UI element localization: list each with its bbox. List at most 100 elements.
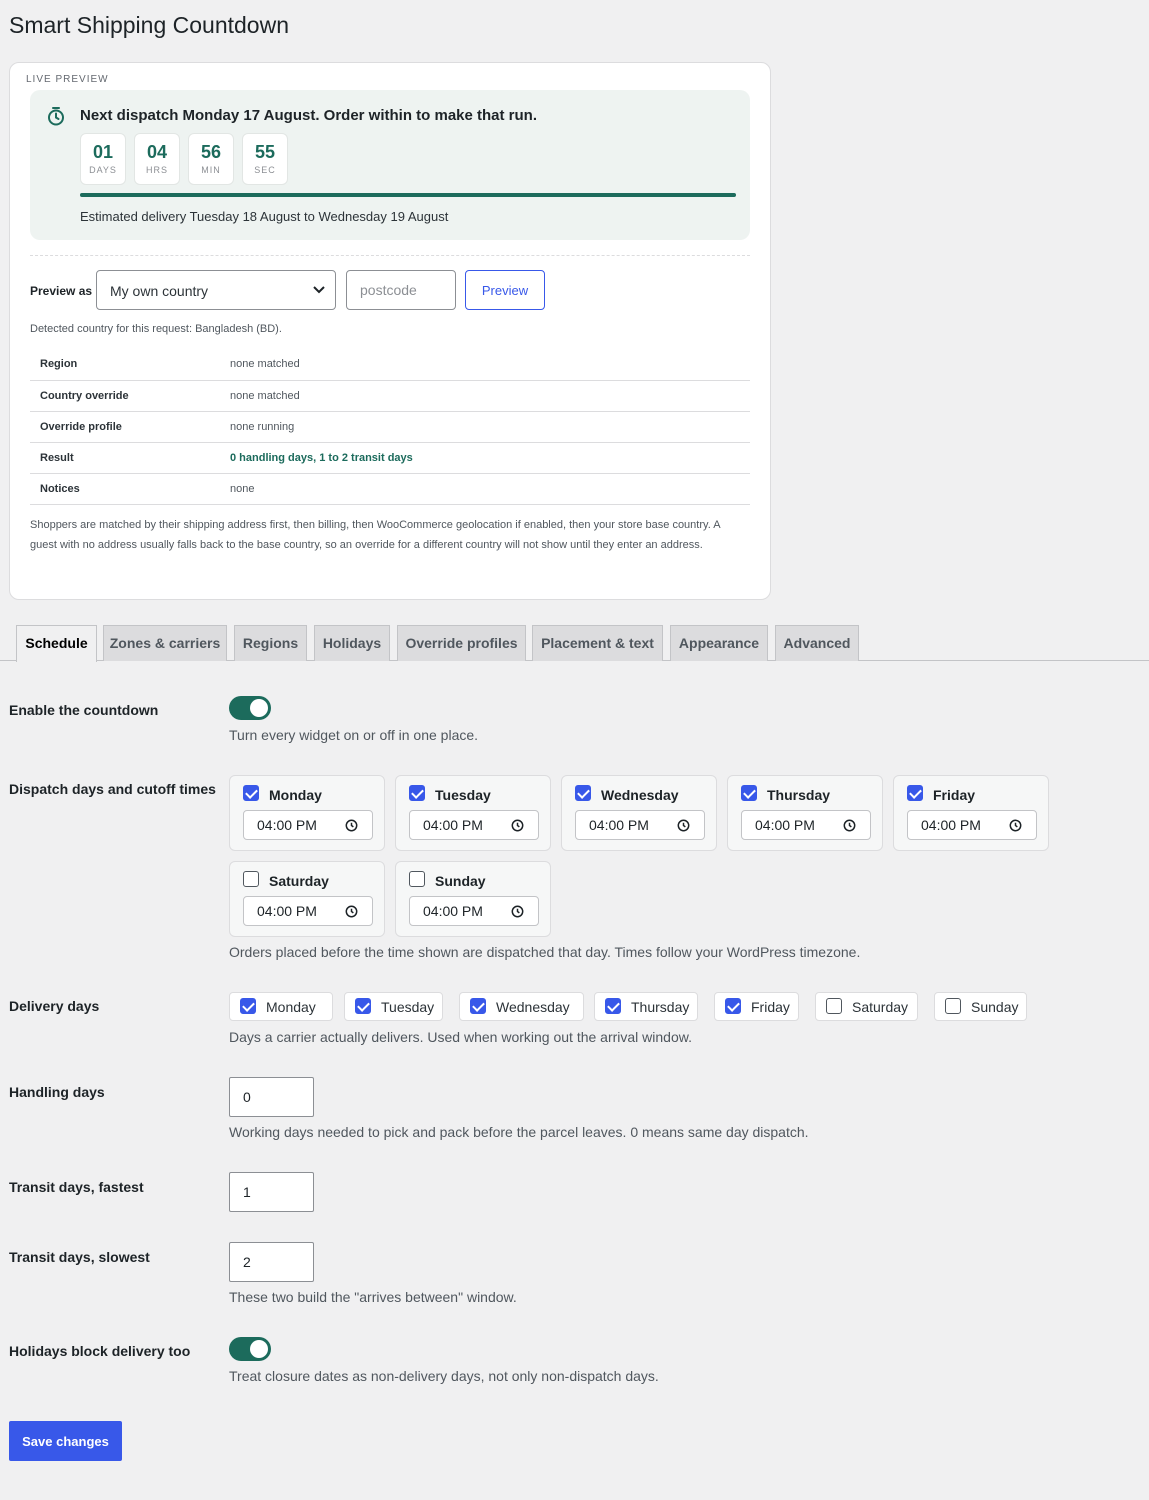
delivery-saturday[interactable]: Saturday <box>815 992 918 1021</box>
countdown-days-value: 01 <box>92 142 114 162</box>
transit-fastest-label: Transit days, fastest <box>9 1179 144 1195</box>
delivery-day-name: Friday <box>751 999 790 1015</box>
delivery-day-name: Saturday <box>852 999 909 1015</box>
table-row: Region none matched <box>30 349 750 381</box>
holidays-block-desc: Treat closure dates as non-delivery days… <box>229 1368 659 1384</box>
diag-value: none matched <box>220 380 750 412</box>
delivery-thursday[interactable]: Thursday <box>594 992 698 1021</box>
handling-days-label: Handling days <box>9 1084 105 1100</box>
clock-icon <box>677 819 690 832</box>
time-value: 04:00 PM <box>423 817 483 833</box>
delivery-friday[interactable]: Friday <box>714 992 799 1021</box>
diag-value: none matched <box>220 349 750 381</box>
delivery-days-label: Delivery days <box>9 998 100 1014</box>
dispatch-sunday-checkbox[interactable] <box>409 871 425 887</box>
delivery-wednesday-checkbox[interactable] <box>470 998 486 1014</box>
diagnostics-table: Region none matched Country override non… <box>30 349 750 505</box>
delivery-day-name: Monday <box>266 999 316 1015</box>
dispatch-day-name: Saturday <box>269 873 329 889</box>
dispatch-wednesday-time[interactable]: 04:00 PM <box>575 810 705 840</box>
delivery-wednesday[interactable]: Wednesday <box>459 992 584 1021</box>
delivery-monday[interactable]: Monday <box>229 992 333 1021</box>
enable-countdown-toggle[interactable] <box>229 696 271 720</box>
clock-icon <box>345 905 358 918</box>
dispatch-monday-checkbox[interactable] <box>243 785 259 801</box>
delivery-tuesday-checkbox[interactable] <box>355 998 371 1014</box>
tab-override-profiles[interactable]: Override profiles <box>397 625 526 661</box>
delivery-sunday[interactable]: Sunday <box>934 992 1027 1021</box>
tab-holidays[interactable]: Holidays <box>314 625 390 661</box>
country-select[interactable]: My own country <box>96 270 336 310</box>
dispatch-thursday-time[interactable]: 04:00 PM <box>741 810 871 840</box>
delivery-monday-checkbox[interactable] <box>240 998 256 1014</box>
dispatch-sunday-time[interactable]: 04:00 PM <box>409 896 539 926</box>
detected-country: Detected country for this request: Bangl… <box>30 323 282 335</box>
preview-button[interactable]: Preview <box>465 270 545 310</box>
dispatch-day-name: Thursday <box>767 787 831 803</box>
page-title: Smart Shipping Countdown <box>9 12 289 38</box>
dispatch-wednesday-checkbox[interactable] <box>575 785 591 801</box>
delivery-days-desc: Days a carrier actually delivers. Used w… <box>229 1029 692 1045</box>
stopwatch-icon <box>48 107 64 126</box>
tab-zones-carriers[interactable]: Zones & carriers <box>103 625 227 661</box>
dispatch-day-name: Friday <box>933 787 976 803</box>
dispatch-day-sunday: Sunday 04:00 PM <box>395 861 551 937</box>
diag-value: 0 handling days, 1 to 2 transit days <box>220 442 750 474</box>
table-row: Override profile none running <box>30 411 750 443</box>
dispatch-day-monday: Monday 04:00 PM <box>229 775 385 851</box>
save-changes-button[interactable]: Save changes <box>9 1421 122 1461</box>
diag-key: Override profile <box>30 411 220 443</box>
holidays-block-toggle[interactable] <box>229 1337 271 1361</box>
delivery-friday-checkbox[interactable] <box>725 998 741 1014</box>
estimated-delivery: Estimated delivery Tuesday 18 August to … <box>80 209 449 224</box>
delivery-saturday-checkbox[interactable] <box>826 998 842 1014</box>
delivery-thursday-checkbox[interactable] <box>605 998 621 1014</box>
countdown-minutes-unit: MIN <box>201 165 221 175</box>
countdown-hours-unit: HRS <box>145 165 168 175</box>
transit-window-desc: These two build the "arrives between" wi… <box>229 1289 517 1305</box>
enable-countdown-label: Enable the countdown <box>9 702 159 718</box>
countdown-banner: Next dispatch Monday 17 August. Order wi… <box>30 90 750 240</box>
delivery-sunday-checkbox[interactable] <box>945 998 961 1014</box>
countdown-progress-fill <box>80 193 736 197</box>
delivery-tuesday[interactable]: Tuesday <box>344 992 443 1021</box>
banner-title: Next dispatch Monday 17 August. Order wi… <box>80 107 538 124</box>
countdown-seconds: 55 SEC <box>242 133 288 185</box>
dispatch-day-tuesday: Tuesday 04:00 PM <box>395 775 551 851</box>
time-value: 04:00 PM <box>589 817 649 833</box>
holidays-block-label: Holidays block delivery too <box>9 1343 191 1359</box>
dispatch-monday-time[interactable]: 04:00 PM <box>243 810 373 840</box>
live-preview-card: LIVE PREVIEW Next dispatch Monday 17 Aug… <box>9 62 771 600</box>
dispatch-friday-checkbox[interactable] <box>907 785 923 801</box>
dispatch-tuesday-checkbox[interactable] <box>409 785 425 801</box>
handling-days-input[interactable] <box>229 1077 314 1117</box>
countdown-minutes-value: 56 <box>200 142 222 162</box>
clock-icon <box>511 819 524 832</box>
dispatch-day-saturday: Saturday 04:00 PM <box>229 861 385 937</box>
dispatch-saturday-time[interactable]: 04:00 PM <box>243 896 373 926</box>
toggle-knob <box>250 699 268 717</box>
time-value: 04:00 PM <box>921 817 981 833</box>
dispatch-tuesday-time[interactable]: 04:00 PM <box>409 810 539 840</box>
time-value: 04:00 PM <box>257 903 317 919</box>
countdown-hours: 04 HRS <box>134 133 180 185</box>
delivery-day-name: Wednesday <box>496 999 570 1015</box>
handling-days-desc: Working days needed to pick and pack bef… <box>229 1124 809 1140</box>
dispatch-thursday-checkbox[interactable] <box>741 785 757 801</box>
dispatch-days-desc: Orders placed before the time shown are … <box>229 944 861 960</box>
countdown-hours-value: 04 <box>146 142 168 162</box>
countdown-minutes: 56 MIN <box>188 133 234 185</box>
tab-regions[interactable]: Regions <box>234 625 307 661</box>
postcode-input[interactable] <box>346 270 456 310</box>
tab-placement-text[interactable]: Placement & text <box>532 625 663 661</box>
tab-schedule[interactable]: Schedule <box>16 625 97 662</box>
transit-fastest-input[interactable] <box>229 1172 314 1212</box>
live-preview-label: LIVE PREVIEW <box>26 74 109 85</box>
tab-advanced[interactable]: Advanced <box>775 625 859 661</box>
transit-slowest-input[interactable] <box>229 1242 314 1282</box>
clock-icon <box>843 819 856 832</box>
tab-appearance[interactable]: Appearance <box>670 625 768 661</box>
dispatch-friday-time[interactable]: 04:00 PM <box>907 810 1037 840</box>
table-row: Result 0 handling days, 1 to 2 transit d… <box>30 442 750 474</box>
dispatch-saturday-checkbox[interactable] <box>243 871 259 887</box>
